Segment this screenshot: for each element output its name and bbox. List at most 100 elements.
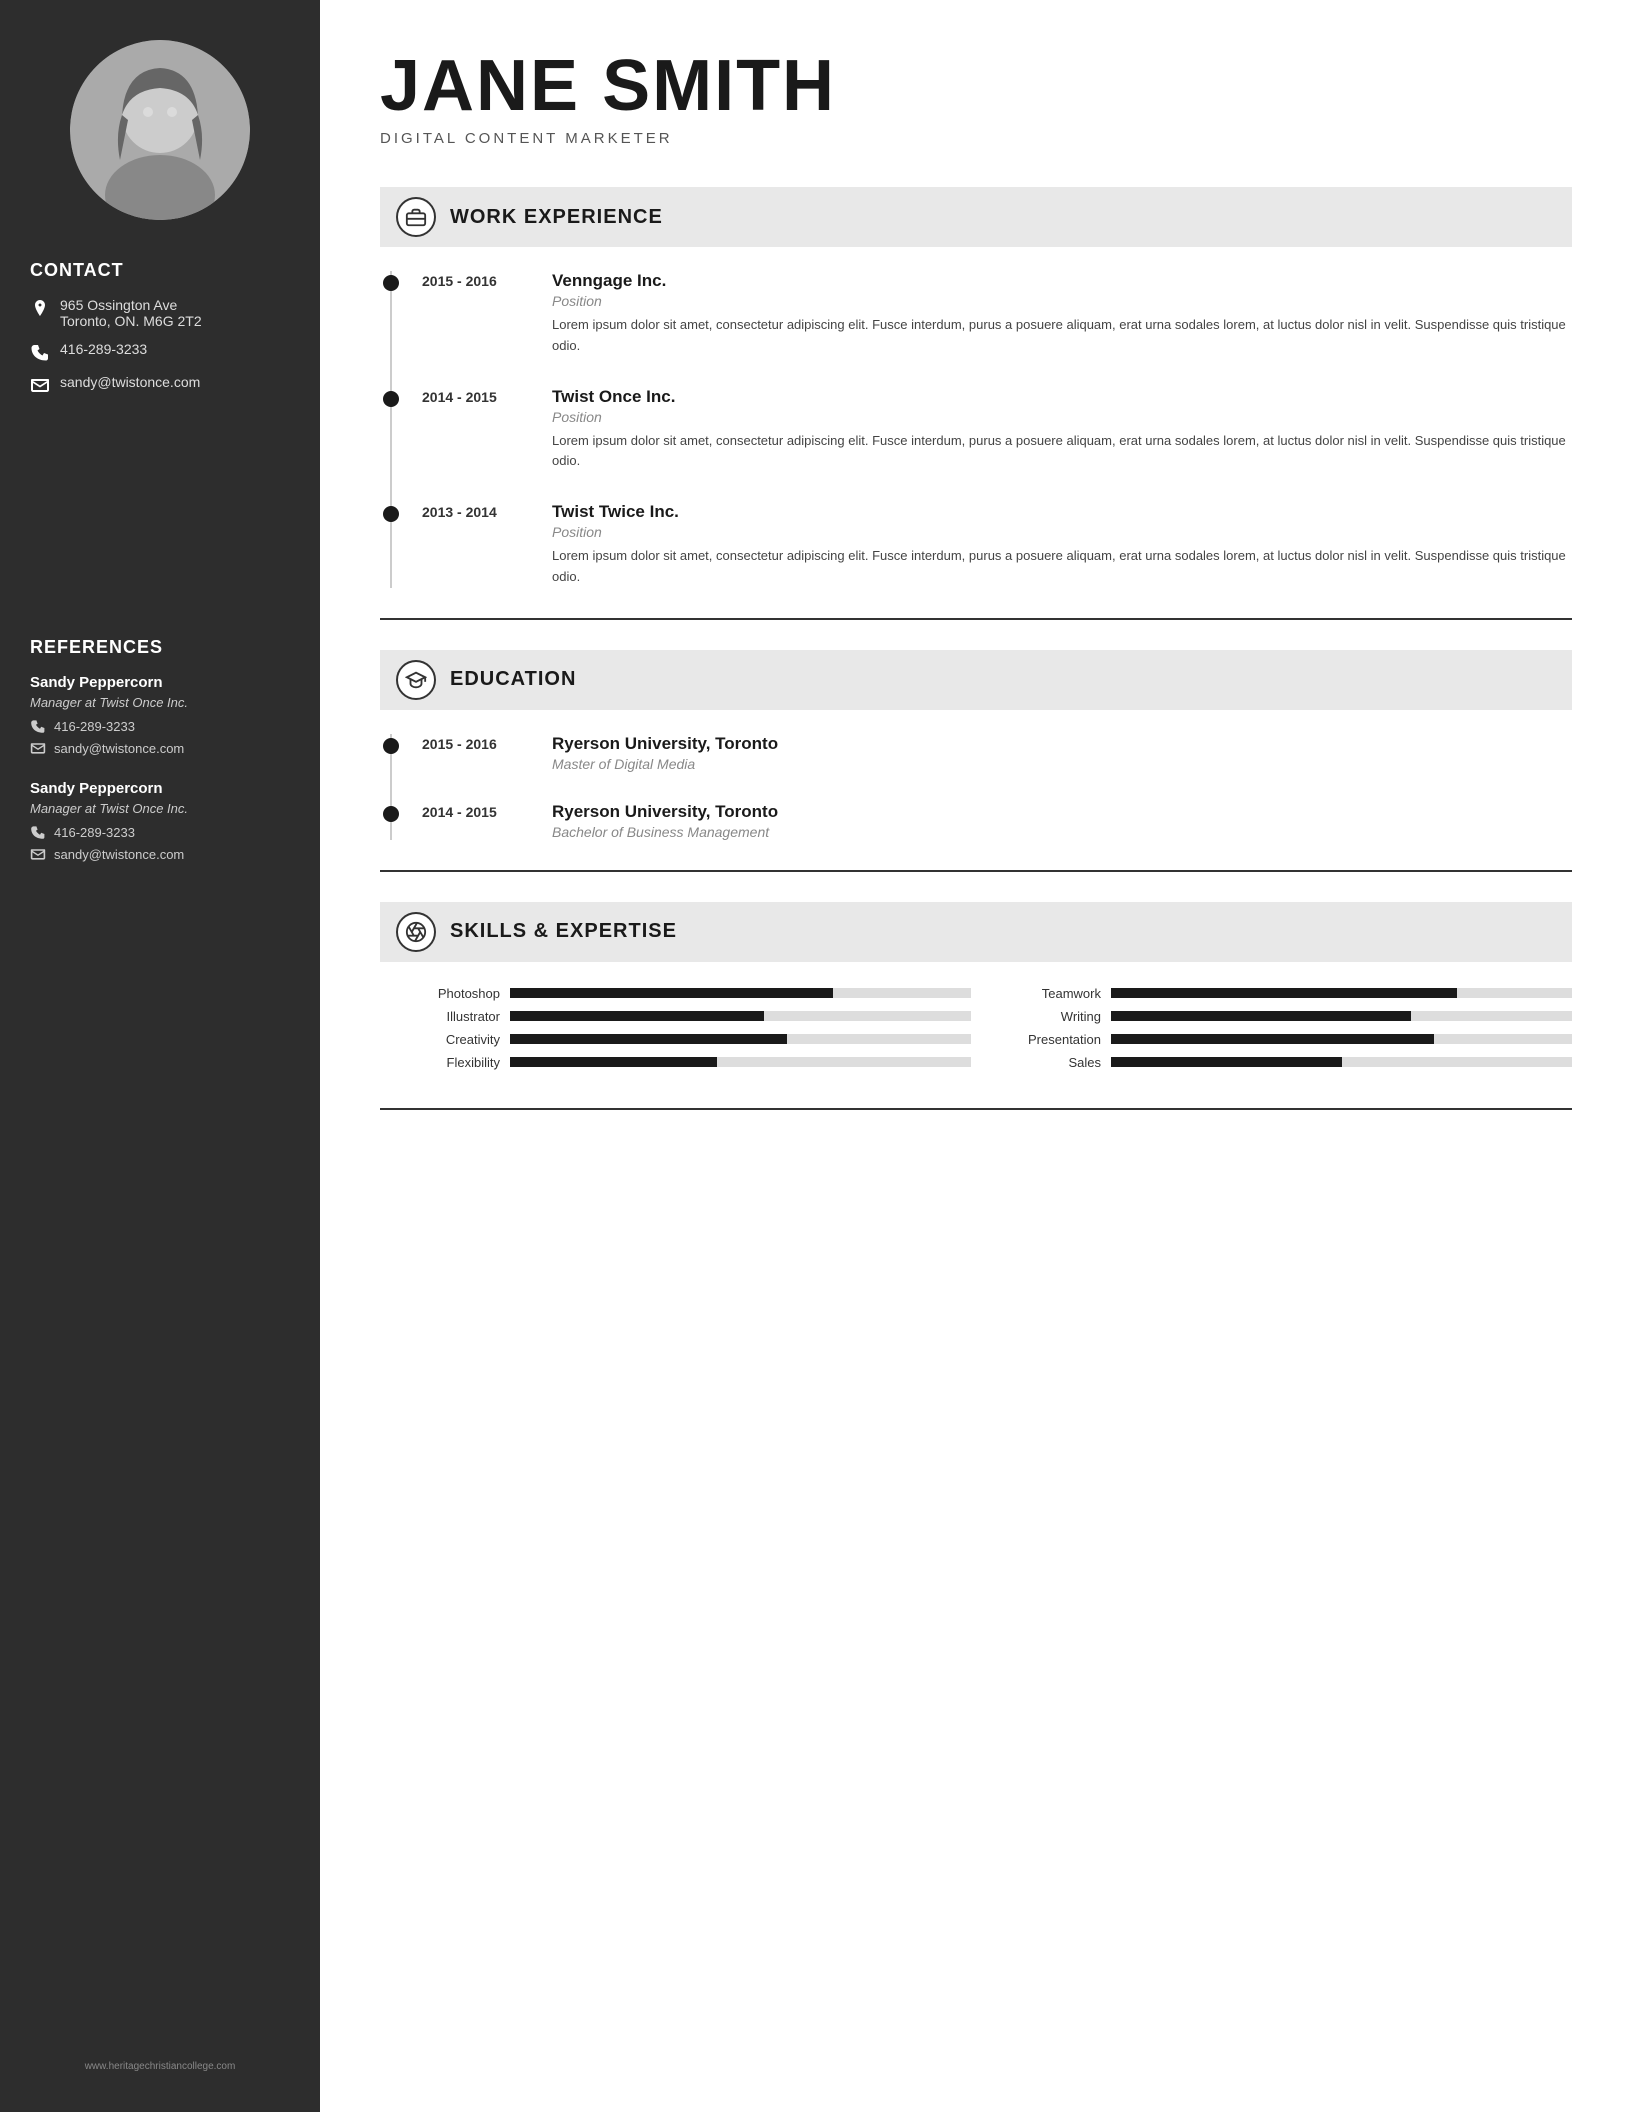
timeline-dot-3 — [383, 506, 399, 522]
skills-section-divider — [380, 1108, 1572, 1110]
tools-icon — [405, 921, 427, 943]
skill-sales: Sales — [1011, 1055, 1572, 1070]
phone-icon-ref2 — [30, 824, 46, 840]
work-date-3: 2013 - 2014 — [422, 502, 522, 588]
edu-item-2: 2014 - 2015 Ryerson University, Toronto … — [422, 802, 1572, 840]
phone-number: 416-289-3233 — [60, 341, 147, 357]
skill-name-presentation: Presentation — [1011, 1032, 1101, 1047]
work-position-1: Position — [552, 293, 1572, 309]
timeline-dot-2 — [383, 391, 399, 407]
skills-section: SKILLS & EXPERTISE Photoshop Illustrator — [380, 902, 1572, 1110]
work-content-3: Twist Twice Inc. Position Lorem ipsum do… — [552, 502, 1572, 588]
candidate-name: JANE SMITH — [380, 50, 1572, 122]
work-date-2: 2014 - 2015 — [422, 387, 522, 473]
references-section: REFERENCES Sandy Peppercorn Manager at T… — [30, 637, 290, 886]
contact-phone: 416-289-3233 — [30, 341, 290, 362]
phone-icon-ref1 — [30, 718, 46, 734]
skill-bar-illustrator — [510, 1011, 971, 1021]
email-icon — [30, 375, 50, 395]
resume-header: JANE SMITH DIGITAL CONTENT MARKETER — [380, 50, 1572, 147]
work-experience-timeline: 2015 - 2016 Venngage Inc. Position Lorem… — [390, 271, 1572, 588]
graduation-icon — [405, 669, 427, 691]
skill-name-teamwork: Teamwork — [1011, 986, 1101, 1001]
skill-bar-flexibility — [510, 1057, 971, 1067]
work-date-1: 2015 - 2016 — [422, 271, 522, 357]
skill-name-creativity: Creativity — [410, 1032, 500, 1047]
briefcase-icon — [405, 206, 427, 228]
edu-date-2: 2014 - 2015 — [422, 802, 522, 840]
education-section: EDUCATION 2015 - 2016 Ryerson University… — [380, 650, 1572, 872]
ref2-email: sandy@twistonce.com — [30, 846, 290, 862]
skill-bar-teamwork — [1111, 988, 1572, 998]
work-item-1: 2015 - 2016 Venngage Inc. Position Lorem… — [422, 271, 1572, 357]
education-section-divider — [380, 870, 1572, 872]
skill-fill-presentation — [1111, 1034, 1434, 1044]
skill-name-photoshop: Photoshop — [410, 986, 500, 1001]
briefcase-icon-circle — [396, 197, 436, 237]
edu-institution-1: Ryerson University, Toronto — [552, 734, 1572, 754]
avatar — [70, 40, 250, 220]
work-position-3: Position — [552, 524, 1572, 540]
skill-name-writing: Writing — [1011, 1009, 1101, 1024]
work-experience-title: WORK EXPERIENCE — [450, 206, 663, 229]
website-footer: www.heritagechristiancollege.com — [85, 2041, 236, 2072]
ref1-phone: 416-289-3233 — [30, 718, 290, 734]
work-position-2: Position — [552, 409, 1572, 425]
contact-section: CONTACT 965 Ossington Ave Toronto, ON. M… — [30, 260, 290, 407]
skills-left: Photoshop Illustrator Creativity — [410, 986, 971, 1078]
contact-address: 965 Ossington Ave Toronto, ON. M6G 2T2 — [30, 297, 290, 329]
education-timeline: 2015 - 2016 Ryerson University, Toronto … — [390, 734, 1572, 840]
skills-right: Teamwork Writing Presentation — [1011, 986, 1572, 1078]
skill-presentation: Presentation — [1011, 1032, 1572, 1047]
graduation-icon-circle — [396, 660, 436, 700]
ref2-name: Sandy Peppercorn — [30, 780, 290, 797]
references-title: REFERENCES — [30, 637, 290, 658]
ref2-phone: 416-289-3233 — [30, 824, 290, 840]
work-company-3: Twist Twice Inc. — [552, 502, 1572, 522]
skill-fill-photoshop — [510, 988, 833, 998]
skill-fill-writing — [1111, 1011, 1411, 1021]
ref1-title: Manager at Twist Once Inc. — [30, 695, 290, 710]
reference-2: Sandy Peppercorn Manager at Twist Once I… — [30, 780, 290, 862]
skill-name-illustrator: Illustrator — [410, 1009, 500, 1024]
work-content-2: Twist Once Inc. Position Lorem ipsum dol… — [552, 387, 1572, 473]
edu-item-1: 2015 - 2016 Ryerson University, Toronto … — [422, 734, 1572, 772]
skill-fill-illustrator — [510, 1011, 764, 1021]
work-section-divider — [380, 618, 1572, 620]
email-icon-ref2 — [30, 846, 46, 862]
work-experience-header: WORK EXPERIENCE — [380, 187, 1572, 247]
work-company-1: Venngage Inc. — [552, 271, 1572, 291]
work-desc-3: Lorem ipsum dolor sit amet, consectetur … — [552, 546, 1572, 588]
contact-title: CONTACT — [30, 260, 290, 281]
skills-grid: Photoshop Illustrator Creativity — [380, 986, 1572, 1078]
skill-fill-creativity — [510, 1034, 787, 1044]
email-address: sandy@twistonce.com — [60, 374, 200, 390]
address-line1: 965 Ossington Ave — [60, 297, 202, 313]
contact-email: sandy@twistonce.com — [30, 374, 290, 395]
tools-icon-circle — [396, 912, 436, 952]
skills-header: SKILLS & EXPERTISE — [380, 902, 1572, 962]
skill-bar-sales — [1111, 1057, 1572, 1067]
skill-bar-presentation — [1111, 1034, 1572, 1044]
skill-bar-creativity — [510, 1034, 971, 1044]
skill-photoshop: Photoshop — [410, 986, 971, 1001]
skill-fill-flexibility — [510, 1057, 717, 1067]
edu-date-1: 2015 - 2016 — [422, 734, 522, 772]
edu-institution-2: Ryerson University, Toronto — [552, 802, 1572, 822]
skill-teamwork: Teamwork — [1011, 986, 1572, 1001]
work-desc-2: Lorem ipsum dolor sit amet, consectetur … — [552, 431, 1572, 473]
edu-dot-1 — [383, 738, 399, 754]
education-header: EDUCATION — [380, 650, 1572, 710]
skill-creativity: Creativity — [410, 1032, 971, 1047]
skill-bar-photoshop — [510, 988, 971, 998]
skill-bar-writing — [1111, 1011, 1572, 1021]
skill-illustrator: Illustrator — [410, 1009, 971, 1024]
reference-1: Sandy Peppercorn Manager at Twist Once I… — [30, 674, 290, 756]
skill-writing: Writing — [1011, 1009, 1572, 1024]
ref1-name: Sandy Peppercorn — [30, 674, 290, 691]
skills-title: SKILLS & EXPERTISE — [450, 920, 677, 943]
edu-content-1: Ryerson University, Toronto Master of Di… — [552, 734, 1572, 772]
education-title: EDUCATION — [450, 668, 576, 691]
skill-name-flexibility: Flexibility — [410, 1055, 500, 1070]
edu-degree-1: Master of Digital Media — [552, 756, 1572, 772]
